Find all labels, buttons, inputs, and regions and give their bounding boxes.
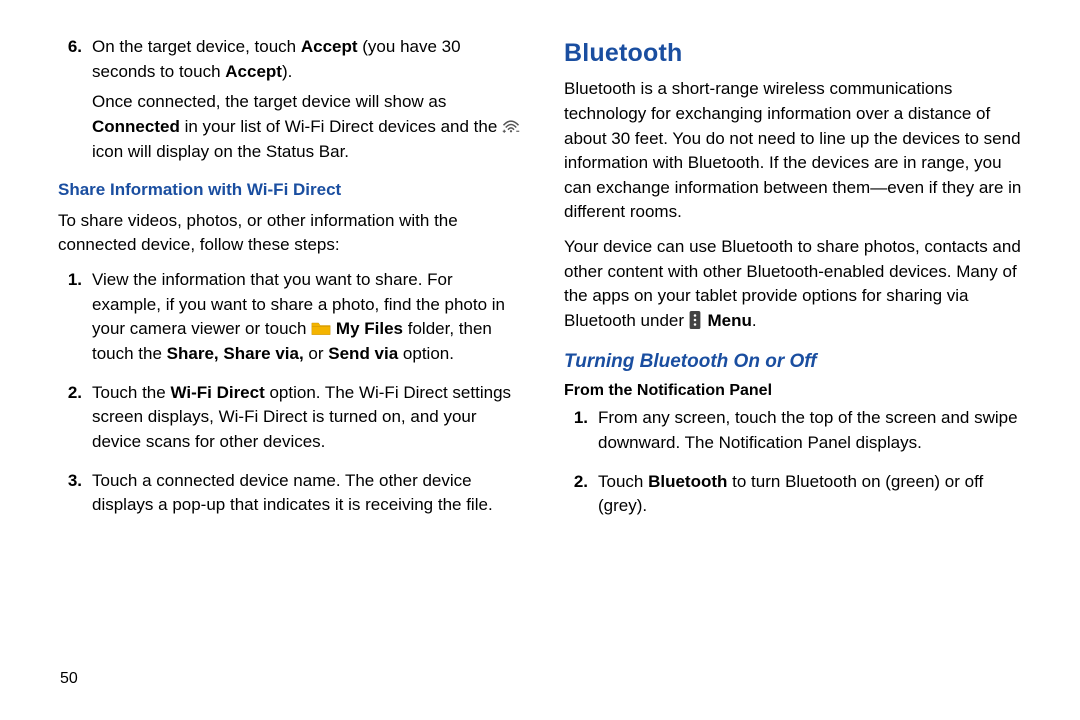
text: in your list of Wi-Fi Direct devices and… <box>180 117 502 136</box>
step-6: 6. On the target device, touch Accept (y… <box>58 35 524 84</box>
turning-bt-heading: Turning Bluetooth On or Off <box>564 348 1030 376</box>
text: ). <box>282 62 292 81</box>
text: On the target device, touch <box>92 37 301 56</box>
bold-connected: Connected <box>92 117 180 136</box>
text: Touch <box>598 472 648 491</box>
bold-menu: Menu <box>703 311 752 330</box>
share-step-1: 1. View the information that you want to… <box>58 268 524 367</box>
folder-icon <box>311 319 331 335</box>
share-info-heading: Share Information with Wi-Fi Direct <box>58 178 524 203</box>
step-number: 2. <box>564 470 598 519</box>
share-step-2: 2. Touch the Wi-Fi Direct option. The Wi… <box>58 381 524 455</box>
text: Once connected, the target device will s… <box>92 92 446 111</box>
text: . <box>752 311 757 330</box>
bold-share: Share, Share via, <box>167 344 304 363</box>
step-number: 3. <box>58 469 92 518</box>
bluetooth-intro-1: Bluetooth is a short-range wireless comm… <box>564 77 1030 225</box>
step-number: 1. <box>564 406 598 455</box>
bold-wifidirect: Wi-Fi Direct <box>170 383 264 402</box>
text: Touch the <box>92 383 170 402</box>
bold-accept: Accept <box>225 62 282 81</box>
share-steps-list: 1. View the information that you want to… <box>58 268 524 518</box>
text: Your device can use Bluetooth to share p… <box>564 237 1021 330</box>
menu-icon <box>689 311 703 329</box>
bt-step-1: 1. From any screen, touch the top of the… <box>564 406 1030 455</box>
step-number: 6. <box>58 35 92 84</box>
bold-myfiles: My Files <box>331 319 403 338</box>
step-number: 2. <box>58 381 92 455</box>
page-number: 50 <box>60 667 78 690</box>
wifi-direct-icon <box>502 117 520 133</box>
connected-paragraph: Once connected, the target device will s… <box>58 90 524 164</box>
bt-step-2: 2. Touch Bluetooth to turn Bluetooth on … <box>564 470 1030 519</box>
step-body: Touch the Wi-Fi Direct option. The Wi-Fi… <box>92 381 524 455</box>
bold-bluetooth: Bluetooth <box>648 472 727 491</box>
right-column: Bluetooth Bluetooth is a short-range wir… <box>564 35 1040 690</box>
bold-accept: Accept <box>301 37 358 56</box>
step-body: Touch a connected device name. The other… <box>92 469 524 518</box>
bluetooth-title: Bluetooth <box>564 35 1030 71</box>
step-body: From any screen, touch the top of the sc… <box>598 406 1030 455</box>
manual-page: 6. On the target device, touch Accept (y… <box>0 0 1080 720</box>
text: icon will display on the Status Bar. <box>92 142 349 161</box>
step-body: On the target device, touch Accept (you … <box>92 35 524 84</box>
step-number: 1. <box>58 268 92 367</box>
left-column: 6. On the target device, touch Accept (y… <box>40 35 524 690</box>
bluetooth-intro-2: Your device can use Bluetooth to share p… <box>564 235 1030 334</box>
step-body: Touch Bluetooth to turn Bluetooth on (gr… <box>598 470 1030 519</box>
bt-steps-list: 1. From any screen, touch the top of the… <box>564 406 1030 519</box>
notification-panel-heading: From the Notification Panel <box>564 379 1030 402</box>
step-body: View the information that you want to sh… <box>92 268 524 367</box>
share-intro: To share videos, photos, or other inform… <box>58 209 524 258</box>
text: option. <box>398 344 454 363</box>
bold-sendvia: Send via <box>328 344 398 363</box>
share-step-3: 3. Touch a connected device name. The ot… <box>58 469 524 518</box>
text: or <box>304 344 329 363</box>
